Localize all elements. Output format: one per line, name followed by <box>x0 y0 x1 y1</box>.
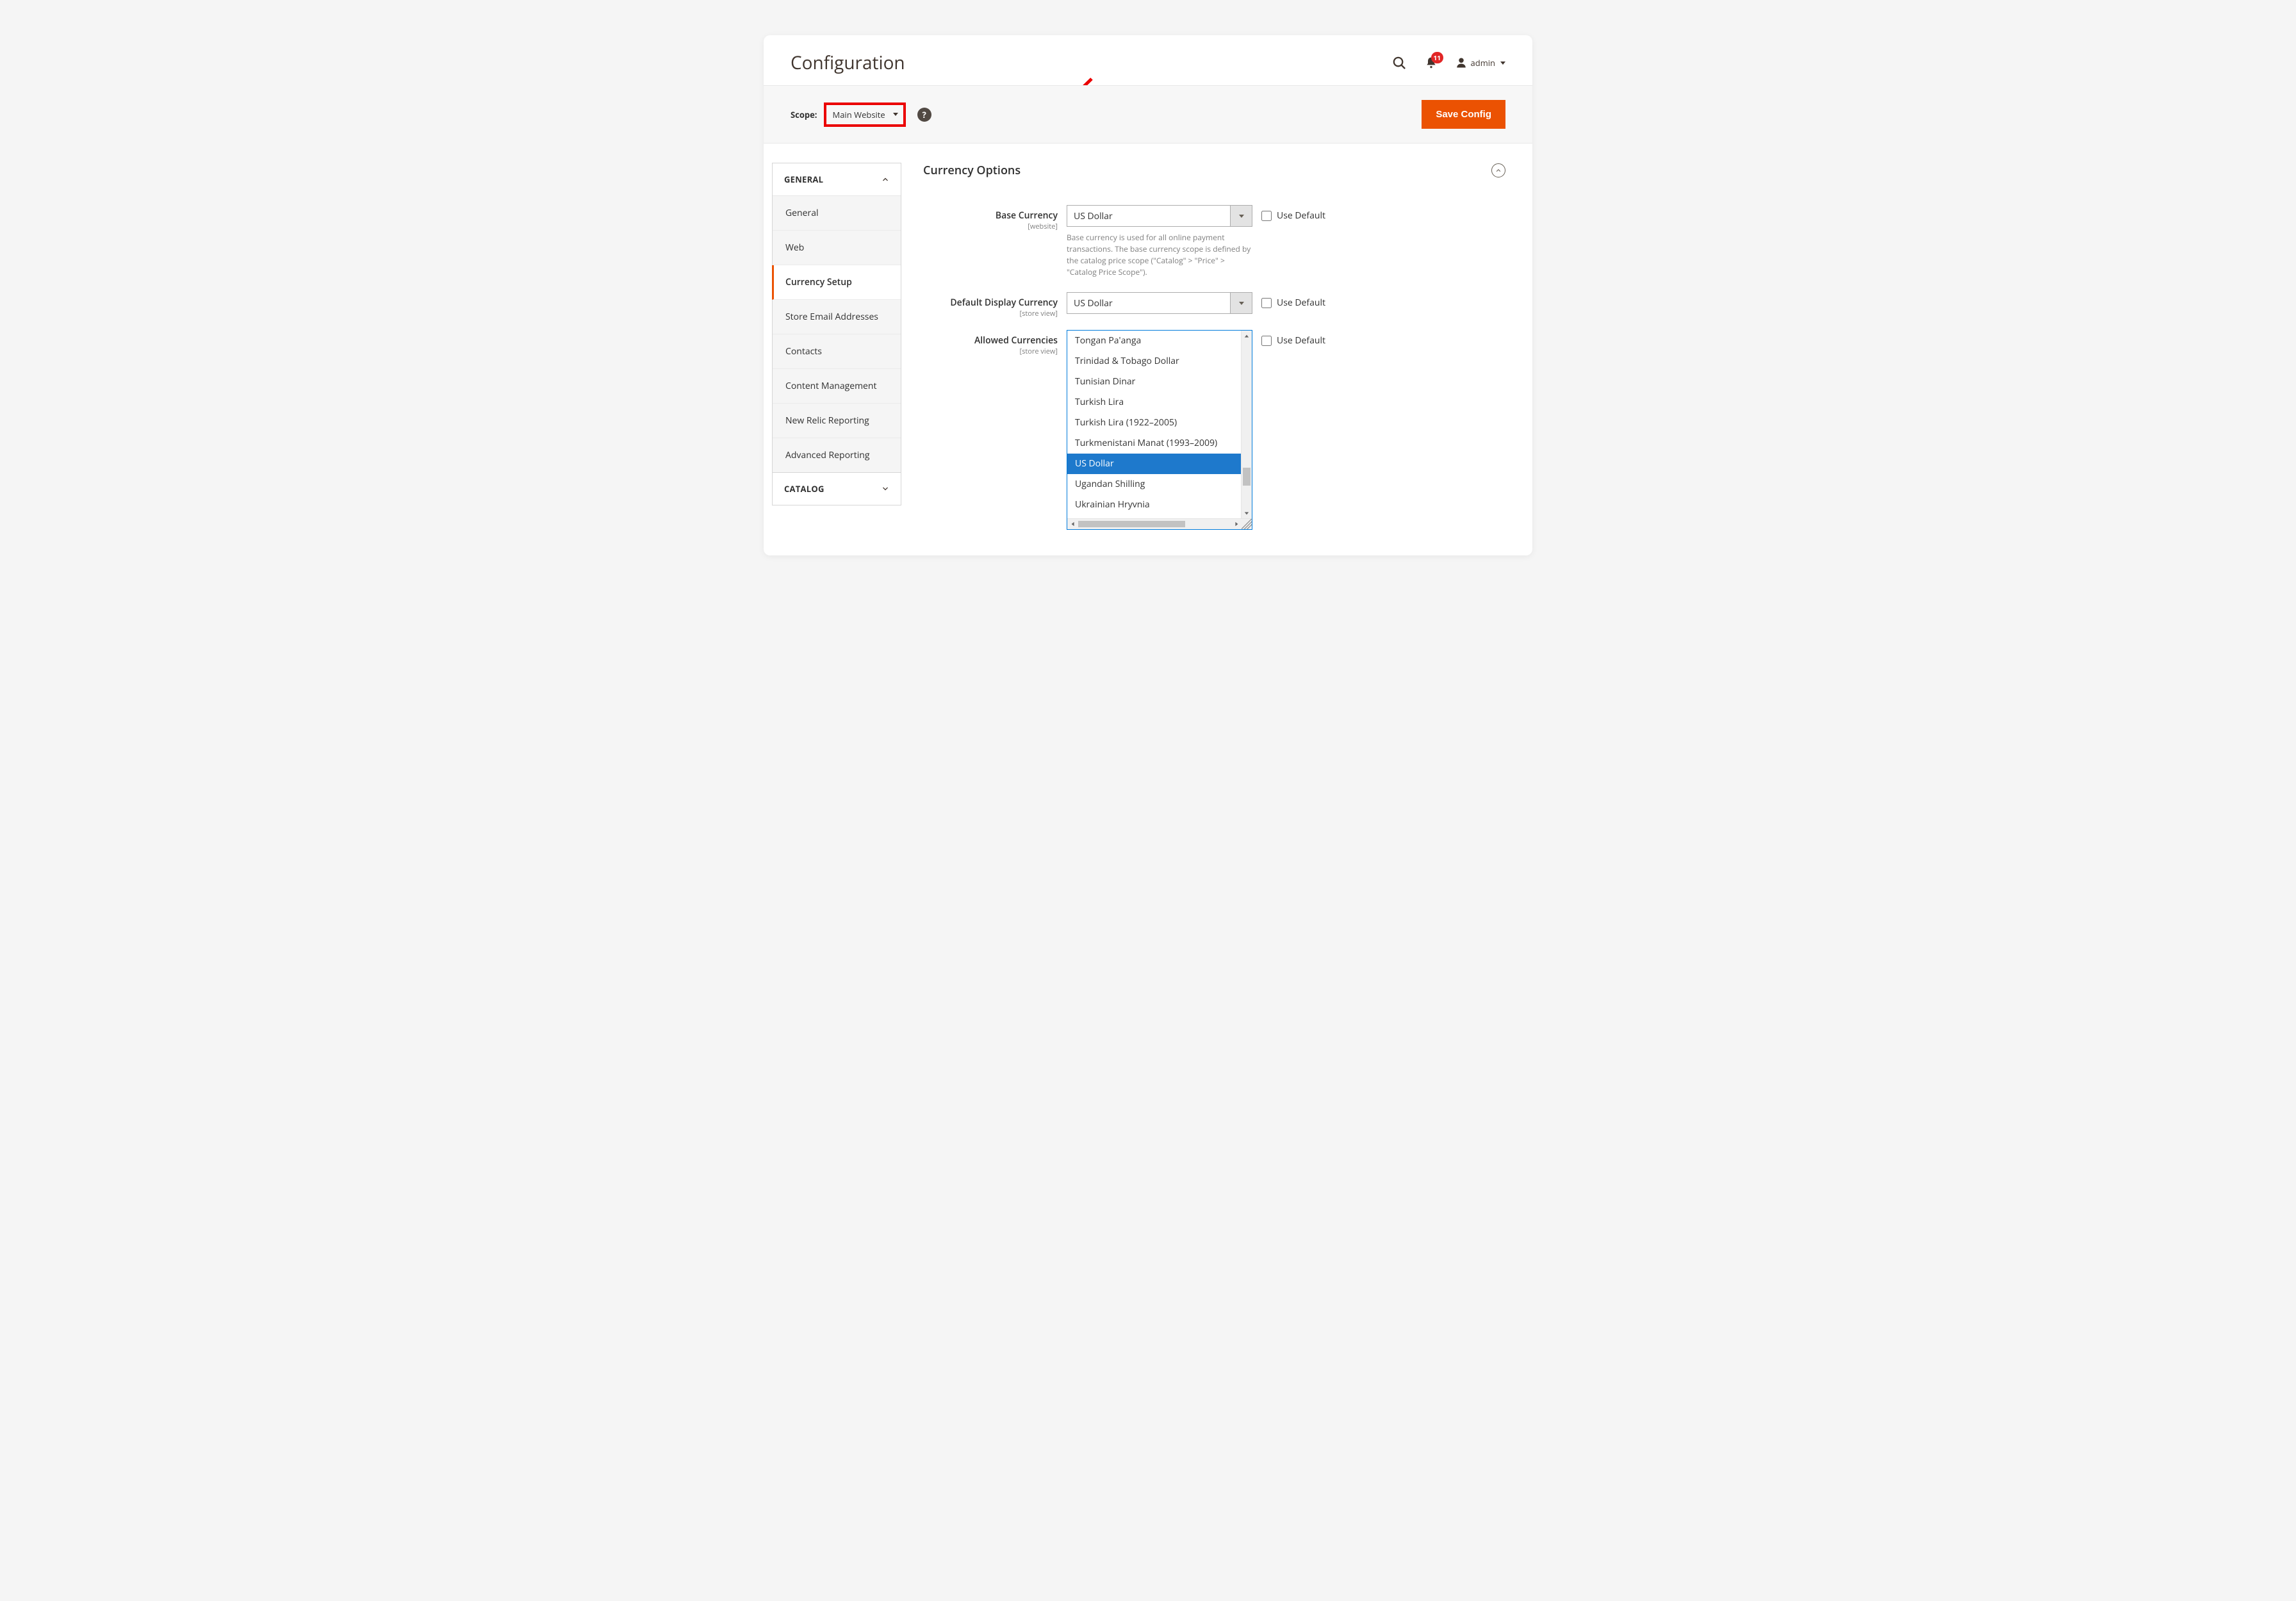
use-default-display-currency[interactable]: Use Default <box>1261 292 1505 309</box>
scroll-left-arrow[interactable] <box>1067 521 1078 527</box>
field-label: Default Display Currency [store view] <box>923 292 1058 318</box>
currency-option[interactable]: Ukrainian Hryvnia <box>1067 495 1241 515</box>
use-default-allowed-currencies[interactable]: Use Default <box>1261 330 1505 347</box>
use-default-base-currency[interactable]: Use Default <box>1261 205 1505 222</box>
caret-down-icon <box>893 113 898 116</box>
dropdown-button <box>1230 206 1252 226</box>
help-icon[interactable]: ? <box>917 108 931 122</box>
scroll-down-arrow[interactable] <box>1242 507 1252 518</box>
page-header: Configuration 11 admin <box>764 35 1532 85</box>
currency-option[interactable]: Ugandan Shilling <box>1067 474 1241 495</box>
nav-item-adv-reporting[interactable]: Advanced Reporting <box>773 438 901 472</box>
section-header[interactable]: Currency Options <box>923 163 1505 187</box>
nav-group-general: GENERAL General Web Currency Setup Store… <box>772 163 901 473</box>
multiselect-list[interactable]: Tongan Pa'angaTrinidad & Tobago DollarTu… <box>1067 331 1241 518</box>
nav-item-content-mgmt[interactable]: Content Management <box>773 369 901 404</box>
page-title: Configuration <box>791 51 1392 75</box>
field-hint: Base currency is used for all online pay… <box>1067 232 1252 278</box>
nav-item-general[interactable]: General <box>773 196 901 231</box>
dropdown-button <box>1230 293 1252 313</box>
collapse-icon[interactable] <box>1491 163 1505 177</box>
scroll-thumb[interactable] <box>1243 468 1250 486</box>
nav-group-header[interactable]: GENERAL <box>773 163 901 196</box>
scope-select[interactable]: Main Website <box>824 103 906 127</box>
resize-handle-icon[interactable] <box>1242 519 1252 529</box>
field-label: Base Currency [website] <box>923 205 1058 231</box>
currency-option[interactable]: Turkish Lira (1922–2005) <box>1067 413 1241 433</box>
horizontal-scrollbar[interactable] <box>1067 518 1252 529</box>
section-title: Currency Options <box>923 163 1491 178</box>
search-icon[interactable] <box>1392 56 1407 70</box>
field-default-display-currency: Default Display Currency [store view] US… <box>923 292 1505 318</box>
currency-option[interactable]: Tunisian Dinar <box>1067 372 1241 392</box>
nav-group-header[interactable]: CATALOG <box>773 473 901 505</box>
vertical-scrollbar[interactable] <box>1241 331 1252 518</box>
nav-item-store-email[interactable]: Store Email Addresses <box>773 300 901 334</box>
user-icon <box>1456 56 1467 69</box>
currency-option[interactable]: US Dollar <box>1067 454 1241 474</box>
allowed-currencies-multiselect[interactable]: Tongan Pa'angaTrinidad & Tobago DollarTu… <box>1067 330 1252 530</box>
base-currency-select[interactable]: US Dollar <box>1067 205 1252 227</box>
chevron-down-icon <box>882 485 889 493</box>
use-default-checkbox[interactable] <box>1261 336 1272 346</box>
save-config-button[interactable]: Save Config <box>1422 100 1505 129</box>
scroll-track[interactable] <box>1078 519 1231 529</box>
nav-item-web[interactable]: Web <box>773 231 901 265</box>
chevron-up-icon <box>882 176 889 183</box>
field-allowed-currencies: Allowed Currencies [store view] Tongan P… <box>923 330 1505 530</box>
scope-bar: Scope: Main Website ? Save Config <box>764 85 1532 144</box>
config-panel: Configuration 11 admin <box>764 35 1532 555</box>
nav-item-currency-setup[interactable]: Currency Setup <box>772 265 901 300</box>
field-base-currency: Base Currency [website] US Dollar Base c… <box>923 205 1505 278</box>
default-display-currency-select[interactable]: US Dollar <box>1067 292 1252 314</box>
nav-group-catalog: CATALOG <box>772 472 901 505</box>
nav-item-contacts[interactable]: Contacts <box>773 334 901 369</box>
admin-user-label: admin <box>1471 57 1495 69</box>
scope-label: Scope: <box>791 109 817 120</box>
field-label: Allowed Currencies [store view] <box>923 330 1058 356</box>
currency-option[interactable]: Turkish Lira <box>1067 392 1241 413</box>
use-default-checkbox[interactable] <box>1261 211 1272 221</box>
currency-option[interactable]: Tongan Pa'anga <box>1067 331 1241 351</box>
nav-item-new-relic[interactable]: New Relic Reporting <box>773 404 901 438</box>
notifications-icon[interactable]: 11 <box>1425 56 1438 70</box>
scroll-up-arrow[interactable] <box>1242 331 1252 341</box>
caret-down-icon <box>1500 62 1505 65</box>
use-default-checkbox[interactable] <box>1261 298 1272 308</box>
scroll-track[interactable] <box>1242 341 1252 507</box>
notification-badge: 11 <box>1431 52 1443 63</box>
currency-option[interactable]: Turkmenistani Manat (1993–2009) <box>1067 433 1241 454</box>
admin-user-dropdown[interactable]: admin <box>1456 56 1505 69</box>
currency-option[interactable]: Trinidad & Tobago Dollar <box>1067 351 1241 372</box>
main-content: Currency Options Base Currency [website]… <box>901 144 1532 555</box>
scope-select-value: Main Website <box>833 109 885 120</box>
config-sidenav: GENERAL General Web Currency Setup Store… <box>769 144 901 555</box>
scroll-right-arrow[interactable] <box>1231 521 1242 527</box>
scroll-thumb[interactable] <box>1078 521 1185 527</box>
currency-option[interactable]: United Arab Emirates Dirham <box>1067 515 1241 518</box>
